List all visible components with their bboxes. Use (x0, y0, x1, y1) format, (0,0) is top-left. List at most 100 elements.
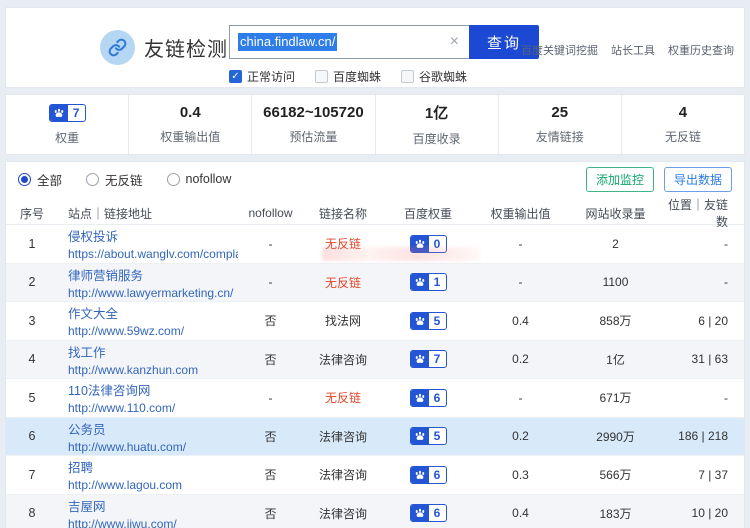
site-name-link[interactable]: 招聘 (68, 457, 238, 476)
page-title: 友链检测 (144, 33, 228, 62)
stats-card: 7 权重 0.4 权重输出值 66182~105720 预估流量 1亿 百度收录… (5, 94, 745, 155)
position-links: 186 | 218 (663, 429, 744, 443)
link-weight-history[interactable]: 权重历史查询 (668, 42, 734, 58)
search-input[interactable]: china.findlaw.cn/ × (229, 25, 469, 59)
position-links: - (663, 275, 744, 289)
add-monitor-button[interactable]: 添加监控 (586, 167, 654, 192)
baidu-paw-icon (411, 389, 429, 407)
site-url-link[interactable]: http://www.lagou.com (68, 478, 238, 492)
badge-number: 5 (429, 314, 446, 328)
baidu-paw-icon (411, 504, 429, 522)
badge-number: 6 (429, 506, 446, 520)
site-url-link[interactable]: http://www.kanzhun.com (68, 363, 238, 377)
col-indexed: 网站收录量 (568, 205, 663, 222)
radio-no-backlink[interactable]: 无反链 (86, 170, 143, 189)
site-indexed: 671万 (568, 389, 663, 406)
checkbox-icon: ✓ (229, 70, 242, 83)
baidu-weight-badge: 1 (410, 273, 447, 291)
search-value: china.findlaw.cn/ (238, 33, 337, 51)
radio-icon (18, 173, 31, 186)
checkbox-google-spider[interactable]: ✓ 谷歌蜘蛛 (401, 68, 467, 85)
badge-number: 5 (429, 429, 446, 443)
baidu-paw-icon (50, 104, 68, 122)
link-name: 无反链 (303, 235, 383, 252)
site-indexed: 1100 (568, 275, 663, 289)
link-name: 法律咨询 (303, 428, 383, 445)
weight-output: - (473, 275, 568, 289)
nofollow-value: 否 (238, 505, 303, 522)
site-name-link[interactable]: 110法律咨询网 (68, 380, 238, 399)
stat-estimated-traffic: 66182~105720 预估流量 (251, 95, 374, 154)
link-name: 法律咨询 (303, 505, 383, 522)
site-cell: 律师营销服务 http://www.lawyermarketing.cn/ (58, 265, 238, 300)
site-indexed: 2 (568, 237, 663, 251)
baidu-paw-icon (411, 273, 429, 291)
baidu-weight-cell: 6 (383, 466, 473, 484)
site-cell: 公务员 http://www.huatu.com/ (58, 419, 238, 454)
site-name-link[interactable]: 作文大全 (68, 303, 238, 322)
stat-value: 1亿 (425, 102, 448, 123)
link-baidu-keywords[interactable]: 百度关键词挖掘 (521, 42, 598, 58)
badge-number: 6 (429, 391, 446, 405)
app-brand[interactable]: 友链检测 (100, 30, 228, 65)
checkbox-normal-access[interactable]: ✓ 正常访问 (229, 68, 295, 85)
nofollow-value: - (238, 275, 303, 289)
radio-nofollow[interactable]: nofollow (167, 172, 232, 186)
site-url-link[interactable]: https://about.wanglv.com/complaint/ge (68, 247, 238, 261)
col-baidu-weight: 百度权重 (383, 205, 473, 222)
table-row: 4找工作http://www.kanzhun.com否法律咨询70.21亿31 … (6, 341, 744, 380)
nofollow-value: 否 (238, 428, 303, 445)
stat-value: 0.4 (180, 104, 201, 121)
site-name-link[interactable]: 侵权投诉 (68, 226, 238, 245)
stat-label: 权重输出值 (160, 128, 220, 145)
site-url-link[interactable]: http://www.lawyermarketing.cn/ (68, 286, 238, 300)
site-name-link[interactable]: 吉屋网 (68, 496, 238, 515)
position-links: 7 | 37 (663, 468, 744, 482)
site-name-link[interactable]: 律师营销服务 (68, 265, 238, 284)
stat-weight-output: 0.4 权重输出值 (128, 95, 251, 154)
header-card: 友链检测 china.findlaw.cn/ × 查询 ✓ 正常访问 ✓ 百度蜘… (5, 7, 745, 88)
site-indexed: 183万 (568, 505, 663, 522)
row-index: 4 (6, 352, 58, 366)
export-data-button[interactable]: 导出数据 (664, 167, 732, 192)
site-name-link[interactable]: 找工作 (68, 342, 238, 361)
radio-all[interactable]: 全部 (18, 170, 62, 189)
checkbox-baidu-spider[interactable]: ✓ 百度蜘蛛 (315, 68, 381, 85)
link-name: 无反链 (303, 274, 383, 291)
top-links: 百度关键词挖掘 站长工具 权重历史查询 (521, 42, 734, 58)
radio-icon (86, 173, 99, 186)
nofollow-value: 否 (238, 312, 303, 329)
link-webmaster-tools[interactable]: 站长工具 (611, 42, 655, 58)
link-name: 法律咨询 (303, 466, 383, 483)
baidu-weight-badge: 5 (410, 312, 447, 330)
site-url-link[interactable]: http://www.59wz.com/ (68, 324, 238, 338)
site-url-link[interactable]: http://www.huatu.com/ (68, 440, 238, 454)
weight-output: 0.2 (473, 429, 568, 443)
site-cell: 110法律咨询网 http://www.110.com/ (58, 380, 238, 415)
radio-label: 无反链 (105, 170, 143, 189)
radio-icon (167, 173, 180, 186)
site-cell: 招聘 http://www.lagou.com (58, 457, 238, 492)
site-url-link[interactable]: http://www.jiwu.com/ (68, 517, 238, 528)
baidu-weight-badge: 5 (410, 427, 447, 445)
site-cell: 吉屋网 http://www.jiwu.com/ (58, 496, 238, 528)
baidu-paw-icon (411, 466, 429, 484)
radio-label: nofollow (186, 172, 232, 186)
baidu-weight-cell: 7 (383, 350, 473, 368)
table-row: 5110法律咨询网http://www.110.com/-无反链6-671万- (6, 379, 744, 418)
clear-icon[interactable]: × (448, 32, 461, 52)
row-index: 2 (6, 275, 58, 289)
baidu-weight-badge: 0 (410, 235, 447, 253)
baidu-weight-cell: 5 (383, 312, 473, 330)
checkbox-icon: ✓ (315, 70, 328, 83)
site-url-link[interactable]: http://www.110.com/ (68, 401, 238, 415)
site-indexed: 2990万 (568, 428, 663, 445)
checkbox-label: 谷歌蜘蛛 (419, 68, 467, 85)
link-name: 法律咨询 (303, 351, 383, 368)
position-links: - (663, 391, 744, 405)
col-site-url: 站点｜链接地址 (58, 205, 238, 222)
site-indexed: 858万 (568, 312, 663, 329)
baidu-weight-cell: 6 (383, 504, 473, 522)
nofollow-value: - (238, 237, 303, 251)
site-name-link[interactable]: 公务员 (68, 419, 238, 438)
